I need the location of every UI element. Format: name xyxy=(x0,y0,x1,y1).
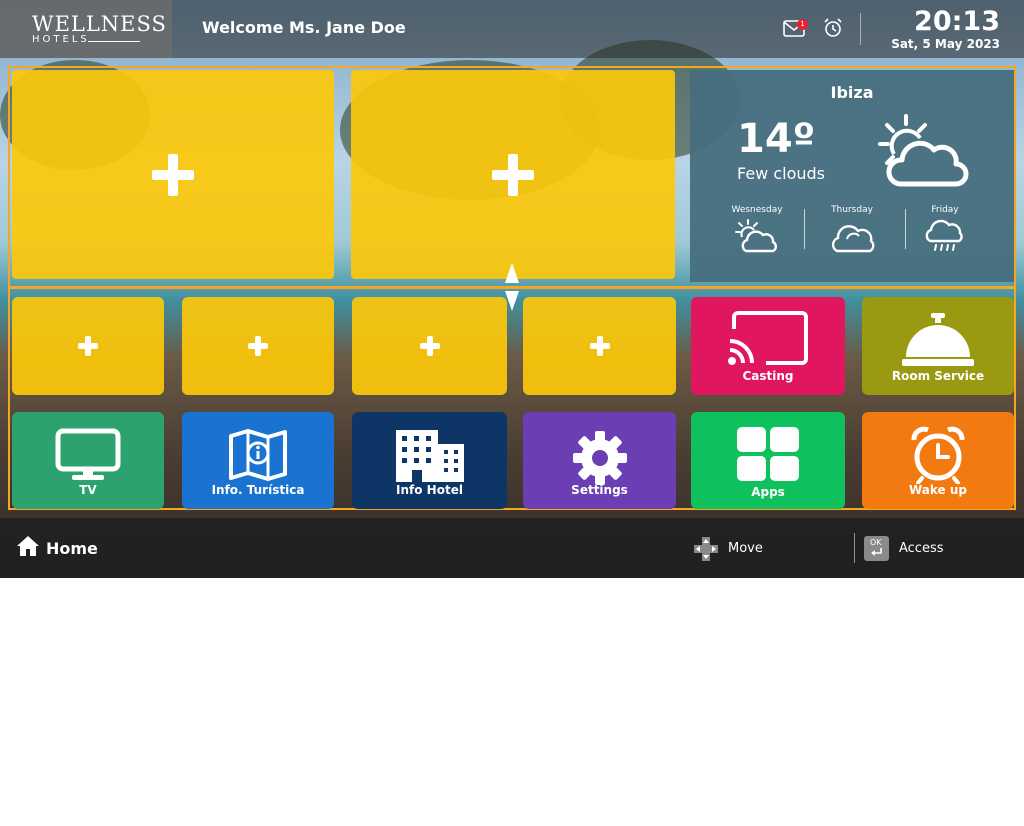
info-hotel-tile[interactable]: Info Hotel xyxy=(352,412,507,509)
casting-tile[interactable]: Casting xyxy=(691,297,845,395)
casting-label: Casting xyxy=(742,369,794,383)
bottom-bar: Home Move OK Access xyxy=(0,518,1024,578)
home-icon[interactable] xyxy=(16,535,40,557)
hotel-logo: WELLNESS HOTELS xyxy=(0,0,172,58)
forecast-day-2: Thursday xyxy=(807,205,897,253)
tv-home-screen: WELLNESS HOTELS Welcome Ms. Jane Doe 1 2… xyxy=(0,0,1024,578)
hotel-building-icon xyxy=(395,430,464,482)
clock-time: 20:13 xyxy=(914,6,1000,37)
info-hotel-label: Info Hotel xyxy=(396,483,463,497)
welcome-message: Welcome Ms. Jane Doe xyxy=(202,18,406,37)
empty-slot-small-1[interactable] xyxy=(12,297,164,395)
tv-label: TV xyxy=(79,483,97,497)
tv-tile[interactable]: TV xyxy=(12,412,164,509)
info-turistica-label: Info. Turística xyxy=(211,483,305,497)
empty-slot-small-3[interactable] xyxy=(352,297,507,395)
logo-wordmark: WELLNESS xyxy=(32,12,167,36)
enter-arrow-icon xyxy=(871,548,882,556)
weather-description: Few clouds xyxy=(737,164,826,183)
forecast-divider xyxy=(804,209,805,249)
map-info-icon xyxy=(229,429,287,481)
notification-badge: 1 xyxy=(797,19,808,30)
footer-divider xyxy=(854,533,855,563)
forecast-day-1: Wesnesday xyxy=(712,205,802,253)
forecast-day-label: Thursday xyxy=(831,205,873,215)
home-label[interactable]: Home xyxy=(46,539,98,558)
clock-date: Sat, 5 May 2023 xyxy=(891,37,1000,51)
apps-grid-icon xyxy=(737,427,799,481)
alarm-clock-icon xyxy=(911,426,965,484)
weather-widget[interactable]: Ibiza 14º Few clouds Wesnesday Thursday xyxy=(690,70,1014,282)
forecast-day-label: Wesnesday xyxy=(731,205,783,215)
sun-cloud-icon xyxy=(878,114,969,187)
room-service-label: Room Service xyxy=(891,369,985,383)
cloud-icon xyxy=(831,225,875,253)
move-hint-label: Move xyxy=(728,541,763,556)
cast-icon xyxy=(728,311,808,365)
ok-key-label: OK xyxy=(870,538,882,547)
access-hint-label: Access xyxy=(899,541,944,556)
tv-icon xyxy=(55,428,121,480)
settings-label: Settings xyxy=(571,483,628,497)
apps-label: Apps xyxy=(751,485,785,499)
wake-up-label: Wake up xyxy=(908,483,967,497)
empty-slot-small-2[interactable] xyxy=(182,297,334,395)
info-turistica-tile[interactable]: Info. Turística xyxy=(182,412,334,509)
forecast-day-3: Friday xyxy=(900,205,990,253)
alarm-clock-icon[interactable] xyxy=(823,18,843,38)
sun-cloud-icon xyxy=(735,219,777,253)
room-service-tile[interactable]: Room Service xyxy=(862,297,1014,395)
wake-up-tile[interactable]: Wake up xyxy=(862,412,1014,509)
header-divider xyxy=(860,13,861,45)
apps-tile[interactable]: Apps xyxy=(691,412,845,509)
top-bar: WELLNESS HOTELS Welcome Ms. Jane Doe 1 2… xyxy=(0,0,1024,58)
weather-temperature: 14º xyxy=(737,116,816,162)
rain-cloud-icon xyxy=(925,219,963,251)
dpad-icon xyxy=(694,537,718,561)
empty-slot-large-1[interactable] xyxy=(12,70,334,279)
empty-slot-small-4[interactable] xyxy=(523,297,676,395)
settings-tile[interactable]: Settings xyxy=(523,412,676,509)
weather-city: Ibiza xyxy=(830,83,874,102)
service-bell-icon xyxy=(902,313,974,366)
empty-slot-large-2[interactable] xyxy=(351,70,675,279)
ok-key-icon: OK xyxy=(864,536,889,561)
logo-rule xyxy=(88,41,140,42)
forecast-day-label: Friday xyxy=(931,205,959,215)
gear-icon xyxy=(572,431,627,485)
logo-subtitle: HOTELS xyxy=(32,34,90,45)
